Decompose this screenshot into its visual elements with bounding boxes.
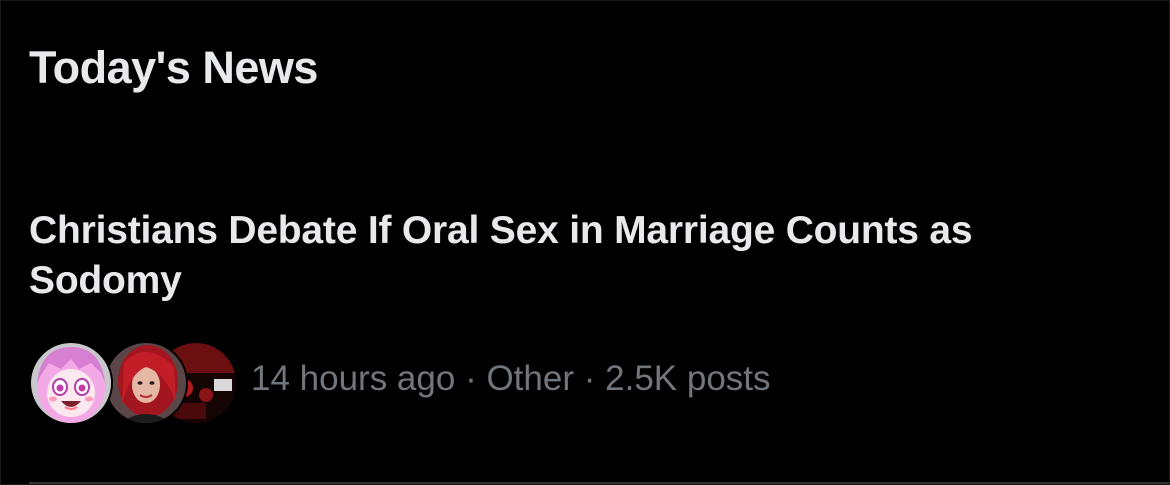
news-time: 14 hours ago: [251, 359, 456, 398]
news-post-count: 2.5K posts: [605, 359, 771, 398]
meta-separator: ·: [465, 359, 477, 398]
news-meta-row: 14 hours ago · Other · 2.5K posts: [29, 336, 1029, 426]
avatar-stack: [29, 336, 238, 426]
news-meta: 14 hours ago · Other · 2.5K posts: [251, 355, 771, 403]
news-item[interactable]: Christians Debate If Oral Sex in Marriag…: [29, 206, 1129, 425]
anime-pink-hair-avatar-icon: [31, 343, 111, 423]
section-title: Today's News: [29, 42, 318, 93]
trend-panel: Today's News Christians Debate If Oral S…: [0, 0, 1170, 485]
avatar-2: [104, 341, 188, 425]
meta-separator: ·: [583, 359, 596, 398]
avatar-1: [29, 341, 113, 425]
red-hair-person-avatar-icon: [106, 343, 186, 423]
divider: [29, 482, 1169, 484]
news-headline[interactable]: Christians Debate If Oral Sex in Marriag…: [29, 206, 1089, 306]
news-category: Other: [486, 359, 574, 398]
